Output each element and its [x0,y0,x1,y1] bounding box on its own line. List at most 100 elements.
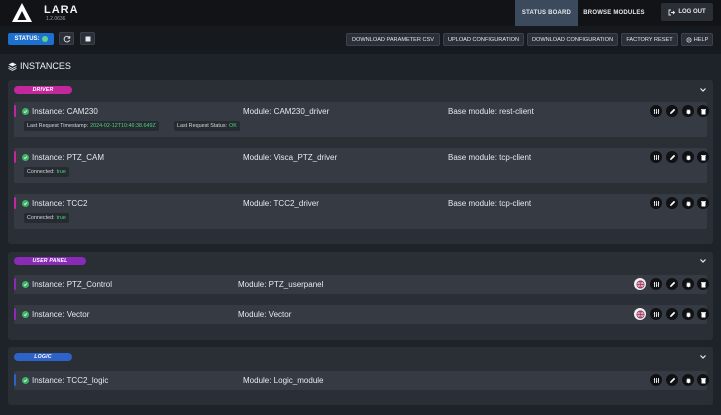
instance-name-label: Instance: TCC2 [32,199,88,208]
instance-name: Instance: TCC2_logic [22,376,108,385]
upload-configuration-button[interactable]: UPLOAD CONFIGURATION [443,33,524,46]
instance-name: Instance: CAM230 [22,107,98,116]
tag-user-panel: USER PANEL [14,257,86,265]
delete-button[interactable] [697,374,709,386]
open-panel-button[interactable] [634,278,646,290]
delete-button[interactable] [697,197,709,209]
group-driver: DRIVER Instance: CAM230 Module: CAM230_d… [8,80,713,244]
refresh-icon [63,35,70,42]
parameters-button[interactable] [650,278,662,290]
edit-button[interactable] [666,278,678,290]
open-panel-button[interactable] [634,308,646,320]
sliders-icon [653,281,659,287]
detail-label: Last Request Timestamp: [27,123,89,129]
edit-button[interactable] [666,374,678,386]
brand-name: LARA [44,4,79,16]
instance-name: Instance: PTZ_Control [22,280,112,289]
instance-module: Module: PTZ_userpanel [238,280,324,289]
row-accent [14,278,16,290]
pencil-icon [669,311,675,317]
delete-button[interactable] [697,105,709,117]
top-nav: LARA 1.2.0636 STATUS BOARD BROWSE MODULE… [0,0,721,26]
trash-icon [700,281,706,287]
pencil-icon [669,108,675,114]
instance-row-tcc2-logic: Instance: TCC2_logic Module: Logic_modul… [14,371,709,390]
download-configuration-button[interactable]: DOWNLOAD CONFIGURATION [527,33,618,46]
edit-button[interactable] [666,308,678,320]
row-accent [14,308,16,320]
refresh-button[interactable] [59,32,74,45]
stop-button[interactable] [80,32,95,45]
chevron-down-icon[interactable] [699,86,707,94]
instance-name-label: Instance: TCC2_logic [32,376,109,385]
group-logic: LOGIC Instance: TCC2_logic Module: Logic… [8,347,713,405]
instance-name: Instance: Vector [22,310,89,319]
restart-button[interactable] [682,374,694,386]
instance-name: Instance: PTZ_CAM [22,153,104,162]
instance-base-module: Base module: tcp-client [448,153,532,162]
parameters-button[interactable] [650,308,662,320]
instance-name-label: Instance: PTZ_CAM [32,153,105,162]
stop-icon [85,36,90,41]
detail-connected: Connected: true [24,167,69,177]
logout-icon [668,9,676,15]
tag-logic: LOGIC [14,353,72,361]
sliders-icon [653,108,659,114]
delete-button[interactable] [697,151,709,163]
restart-button[interactable] [682,278,694,290]
parameters-button[interactable] [650,197,662,209]
detail-connected: Connected: true [24,213,69,223]
edit-button[interactable] [666,197,678,209]
instance-module: Module: Visca_PTZ_driver [243,153,338,162]
chevron-down-icon[interactable] [699,257,707,265]
detail-last-request-status: Last Request Status: OK [174,121,240,131]
logout-button[interactable]: LOG OUT [661,3,713,21]
edit-button[interactable] [666,151,678,163]
instance-row-cam230: Instance: CAM230 Module: CAM230_driver B… [14,102,709,137]
instance-name: Instance: TCC2 [22,199,87,208]
instances-title: INSTANCES [20,61,71,71]
check-circle-icon [22,281,29,288]
instance-module: Module: CAM230_driver [243,107,330,116]
help-button[interactable]: HELP [681,33,713,46]
parameters-button[interactable] [650,151,662,163]
trash-icon [700,200,706,206]
restart-button[interactable] [682,151,694,163]
delete-button[interactable] [697,278,709,290]
nav-browse-modules[interactable]: BROWSE MODULES [580,0,648,26]
bug-icon [685,200,691,206]
instance-module: Module: Vector [238,310,292,319]
edit-button[interactable] [666,105,678,117]
trash-icon [700,108,706,114]
instance-row-ptz-cam: Instance: PTZ_CAM Module: Visca_PTZ_driv… [14,148,709,183]
sliders-icon [653,311,659,317]
chevron-down-icon[interactable] [699,353,707,361]
nav-status-board[interactable]: STATUS BOARD [515,0,578,26]
row-accent [14,374,16,386]
trash-icon [700,311,706,317]
download-parameter-csv-button[interactable]: DOWNLOAD PARAMETER CSV [346,33,440,46]
detail-value: true [56,215,66,221]
bug-icon [685,154,691,160]
restart-button[interactable] [682,105,694,117]
detail-label: Connected: [27,215,55,221]
help-label: HELP [693,36,709,43]
globe-icon [636,280,644,288]
status-button[interactable]: STATUS: [8,33,54,45]
gear-icon [686,37,692,42]
delete-button[interactable] [697,308,709,320]
pencil-icon [669,281,675,287]
sliders-icon [653,200,659,206]
restart-button[interactable] [682,308,694,320]
restart-button[interactable] [682,197,694,209]
factory-reset-button[interactable]: FACTORY RESET [621,33,678,46]
check-circle-icon [22,311,29,318]
check-circle-icon [22,200,29,207]
sliders-icon [653,154,659,160]
check-circle-icon [22,108,29,115]
bug-icon [685,281,691,287]
detail-last-request-timestamp: Last Request Timestamp: 2024-02-12T10:46… [24,121,159,131]
app-version: 1.2.0636 [46,16,66,22]
parameters-button[interactable] [650,105,662,117]
parameters-button[interactable] [650,374,662,386]
